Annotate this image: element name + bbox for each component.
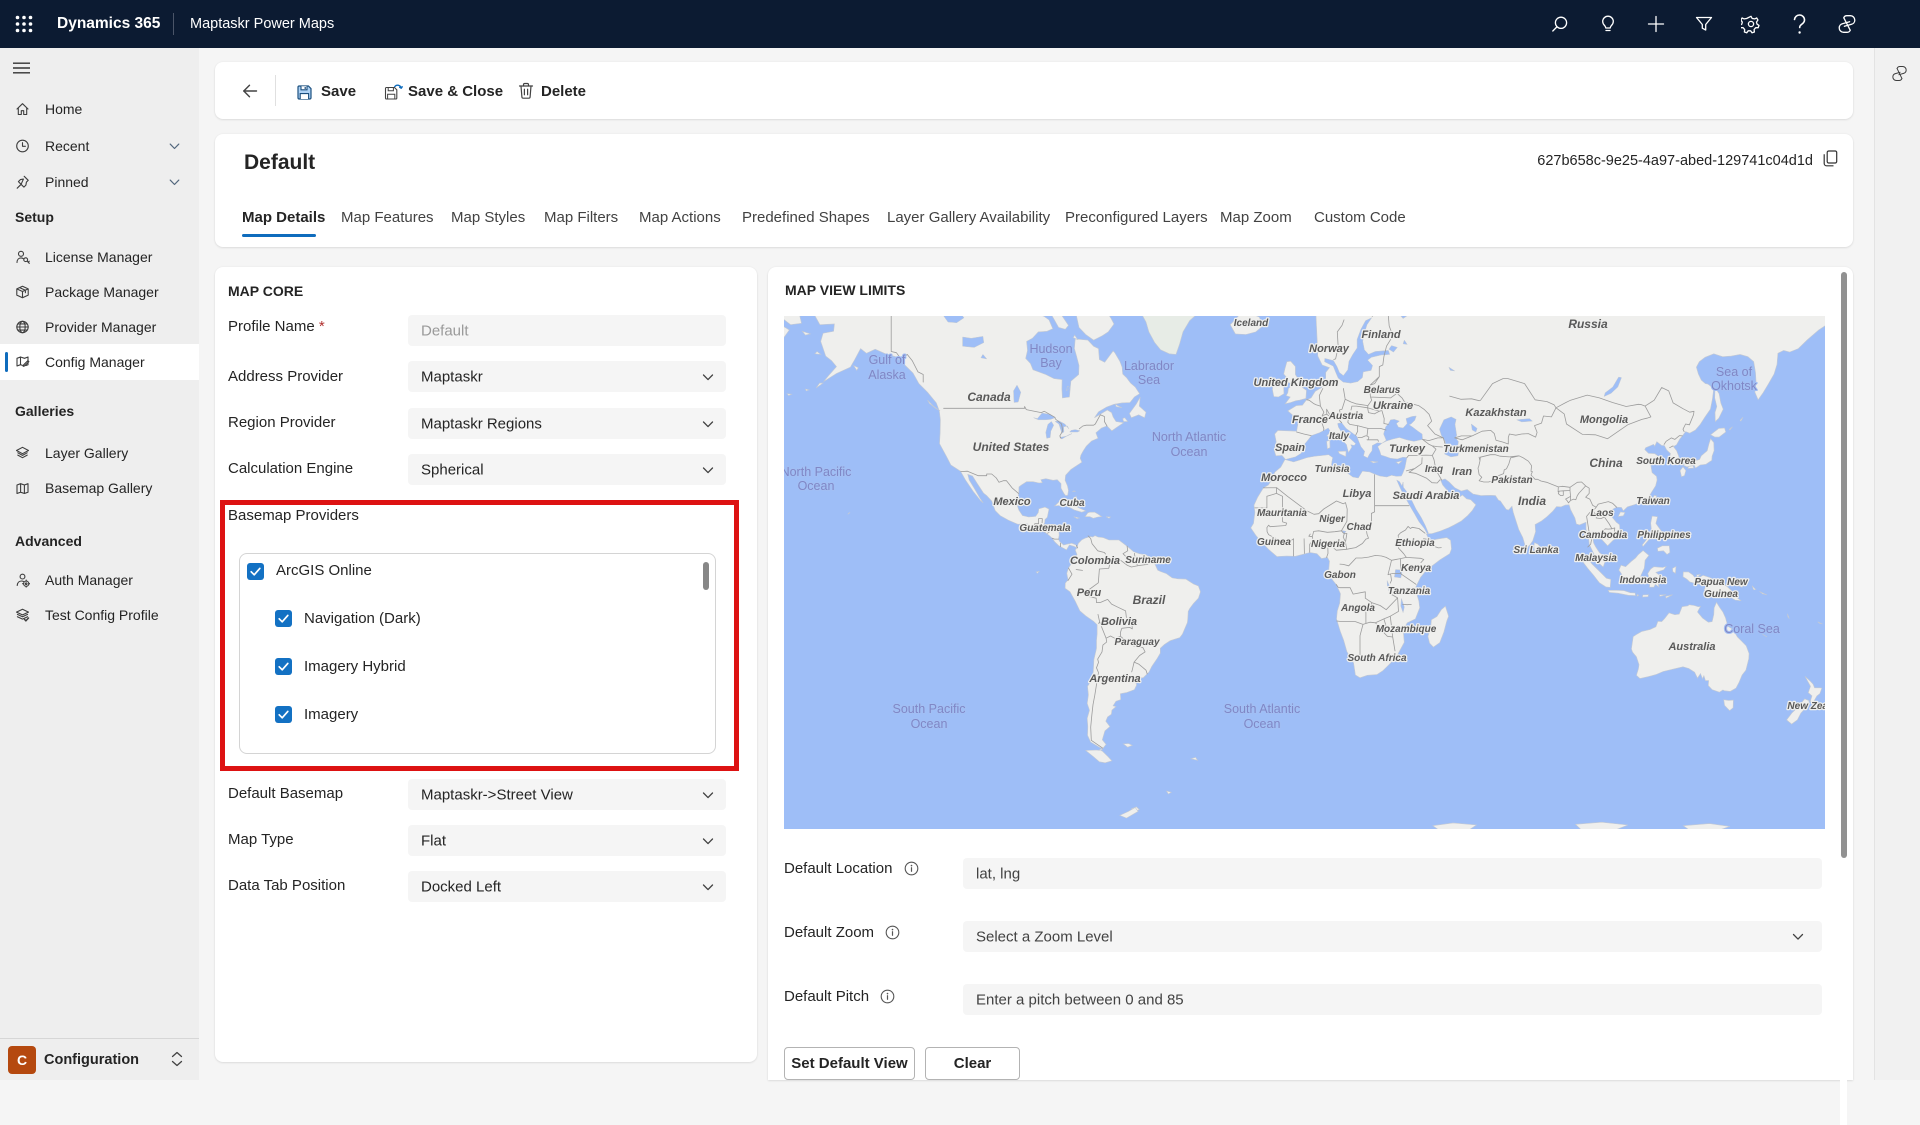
svg-text:Ocean: Ocean	[911, 717, 948, 731]
svg-text:Russia: Russia	[1568, 317, 1608, 331]
svg-text:Okhotsk: Okhotsk	[1711, 379, 1758, 393]
svg-text:Guinea: Guinea	[1704, 589, 1738, 600]
svg-text:Colombia: Colombia	[1070, 555, 1120, 567]
svg-text:North Atlantic: North Atlantic	[1152, 430, 1226, 444]
svg-text:China: China	[1589, 456, 1623, 470]
svg-text:Chad: Chad	[1347, 522, 1373, 533]
svg-text:Australia: Australia	[1667, 641, 1715, 653]
svg-text:Malaysia: Malaysia	[1575, 553, 1617, 564]
svg-text:Cambodia: Cambodia	[1579, 530, 1628, 541]
svg-text:Morocco: Morocco	[1261, 472, 1307, 484]
svg-text:Peru: Peru	[1077, 587, 1102, 599]
svg-text:Saudi Arabia: Saudi Arabia	[1393, 490, 1460, 502]
svg-text:Sri Lanka: Sri Lanka	[1513, 545, 1558, 556]
svg-text:Mauritania: Mauritania	[1257, 508, 1307, 519]
svg-text:New Zealand: New Zealand	[1787, 701, 1825, 712]
svg-text:Ethiopia: Ethiopia	[1395, 538, 1435, 549]
svg-text:Gulf of: Gulf of	[869, 353, 906, 367]
svg-text:Indonesia: Indonesia	[1620, 575, 1667, 586]
svg-text:Finland: Finland	[1361, 329, 1400, 341]
svg-text:Sea of: Sea of	[1716, 365, 1753, 379]
svg-text:Italy: Italy	[1329, 431, 1349, 442]
svg-text:South Korea: South Korea	[1636, 456, 1696, 467]
svg-text:Argentina: Argentina	[1088, 673, 1140, 685]
svg-text:Ukraine: Ukraine	[1373, 400, 1413, 412]
svg-text:Spain: Spain	[1275, 442, 1305, 454]
svg-text:South Pacific: South Pacific	[893, 702, 966, 716]
svg-text:Norway: Norway	[1309, 343, 1350, 355]
svg-text:Iraq: Iraq	[1425, 464, 1443, 475]
svg-text:Ocean: Ocean	[798, 479, 835, 493]
svg-text:Iran: Iran	[1452, 466, 1472, 478]
svg-text:Bolivia: Bolivia	[1101, 616, 1137, 628]
svg-text:Papua New: Papua New	[1694, 577, 1749, 588]
svg-text:Labrador: Labrador	[1124, 359, 1174, 373]
svg-text:Mexico: Mexico	[993, 496, 1031, 508]
svg-text:Guatemala: Guatemala	[1019, 523, 1071, 534]
svg-text:India: India	[1518, 494, 1546, 508]
svg-text:Alaska: Alaska	[868, 368, 906, 382]
svg-text:Bay: Bay	[1040, 356, 1062, 370]
svg-text:Philippines: Philippines	[1637, 530, 1691, 541]
svg-text:Kenya: Kenya	[1401, 563, 1431, 574]
svg-text:Laos: Laos	[1590, 508, 1614, 519]
svg-text:Taiwan: Taiwan	[1636, 496, 1670, 507]
svg-text:Mongolia: Mongolia	[1580, 414, 1628, 426]
svg-text:Hudson: Hudson	[1029, 342, 1072, 356]
svg-text:Brazil: Brazil	[1133, 593, 1166, 607]
svg-text:Tanzania: Tanzania	[1388, 586, 1431, 597]
svg-text:Guinea: Guinea	[1257, 537, 1291, 548]
svg-text:France: France	[1292, 414, 1328, 426]
svg-text:Coral Sea: Coral Sea	[1724, 622, 1780, 636]
svg-text:Paraguay: Paraguay	[1114, 637, 1159, 648]
svg-text:Iceland: Iceland	[1234, 318, 1269, 329]
svg-text:Ocean: Ocean	[1171, 445, 1208, 459]
svg-text:Suriname: Suriname	[1125, 555, 1171, 566]
svg-text:Turkey: Turkey	[1389, 443, 1426, 455]
svg-text:Turkmenistan: Turkmenistan	[1443, 444, 1508, 455]
svg-text:Angola: Angola	[1340, 603, 1375, 614]
svg-text:Kazakhstan: Kazakhstan	[1465, 407, 1526, 419]
svg-text:South Atlantic: South Atlantic	[1224, 702, 1300, 716]
svg-text:Belarus: Belarus	[1364, 385, 1401, 396]
svg-text:Libya: Libya	[1343, 488, 1372, 500]
svg-text:Cuba: Cuba	[1060, 498, 1085, 509]
svg-text:United Kingdom: United Kingdom	[1254, 377, 1339, 389]
svg-text:Austria: Austria	[1328, 411, 1364, 422]
svg-text:Sea: Sea	[1138, 373, 1160, 387]
svg-text:Mozambique: Mozambique	[1376, 624, 1437, 635]
svg-text:Nigeria: Nigeria	[1311, 539, 1345, 550]
svg-text:Ocean: Ocean	[1244, 717, 1281, 731]
svg-text:North Pacific: North Pacific	[784, 465, 851, 479]
svg-text:Pakistan: Pakistan	[1491, 475, 1532, 486]
svg-text:Gabon: Gabon	[1324, 570, 1356, 581]
svg-text:Niger: Niger	[1319, 514, 1346, 525]
svg-text:United States: United States	[973, 440, 1050, 454]
svg-text:Canada: Canada	[967, 390, 1011, 404]
svg-text:Tunisia: Tunisia	[1315, 464, 1350, 475]
svg-text:South Africa: South Africa	[1347, 653, 1407, 664]
